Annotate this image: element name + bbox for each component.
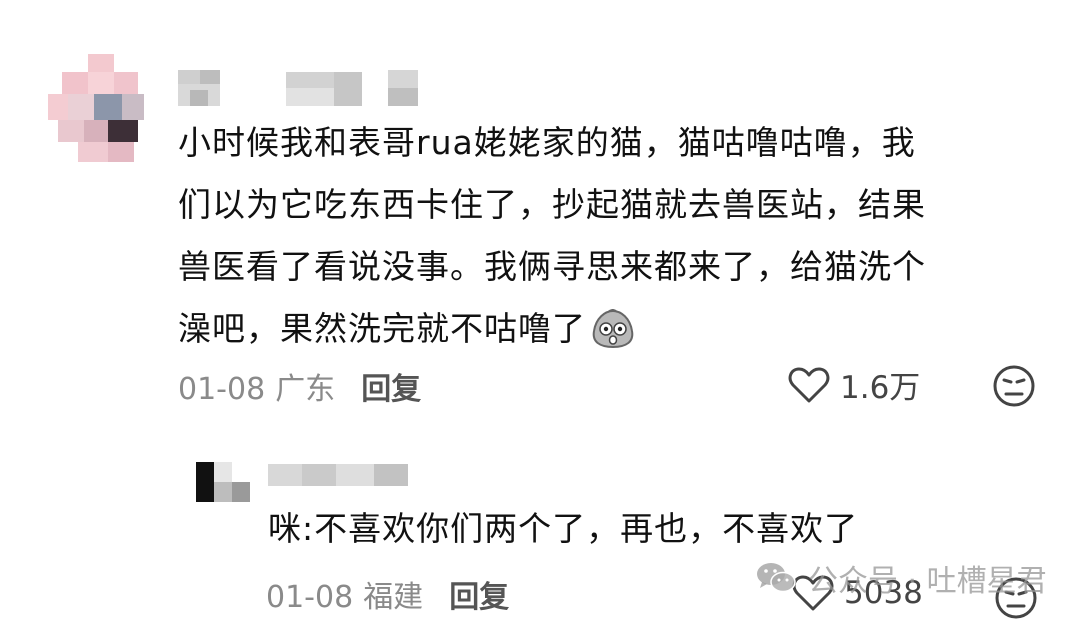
reply-body: 咪:不喜欢你们两个了，再也，不喜欢了 [268, 509, 859, 548]
reply-location: 福建 [363, 580, 424, 615]
reply-reply-button[interactable]: 回复 [449, 580, 509, 615]
dislike-button[interactable] [992, 364, 1036, 412]
neutral-face-icon [993, 365, 1035, 407]
heart-icon [788, 367, 830, 402]
comment-text: 小时候我和表哥rua姥姥家的猫，猫咕噜咕噜，我 们以为它吃东西卡住了，抄起猫就去… [178, 123, 926, 348]
comment-body: 小时候我和表哥rua姥姥家的猫，猫咕噜咕噜，我 们以为它吃东西卡住了，抄起猫就去… [178, 112, 1028, 369]
comment-date: 01-08 [178, 372, 266, 407]
like-button[interactable]: 1.6万 [788, 362, 920, 407]
comment-meta: 01-08 广东 回复 [178, 364, 421, 408]
commenter-avatar[interactable] [48, 54, 144, 162]
shocked-face-emoji [590, 307, 636, 369]
reply-meta: 01-08 福建 回复 [266, 572, 509, 616]
reply-date: 01-08 [266, 580, 354, 615]
commenter-name[interactable] [178, 70, 428, 106]
replier-name[interactable] [268, 464, 408, 486]
like-count: 1.6万 [840, 370, 921, 406]
comment-location: 广东 [275, 372, 336, 407]
replier-avatar[interactable] [196, 462, 252, 502]
reply-button[interactable]: 回复 [361, 372, 421, 407]
wechat-icon [757, 563, 796, 593]
watermark: 公众号 · 吐槽星君 [756, 556, 1047, 600]
watermark-text: 公众号 · 吐槽星君 [808, 564, 1047, 599]
